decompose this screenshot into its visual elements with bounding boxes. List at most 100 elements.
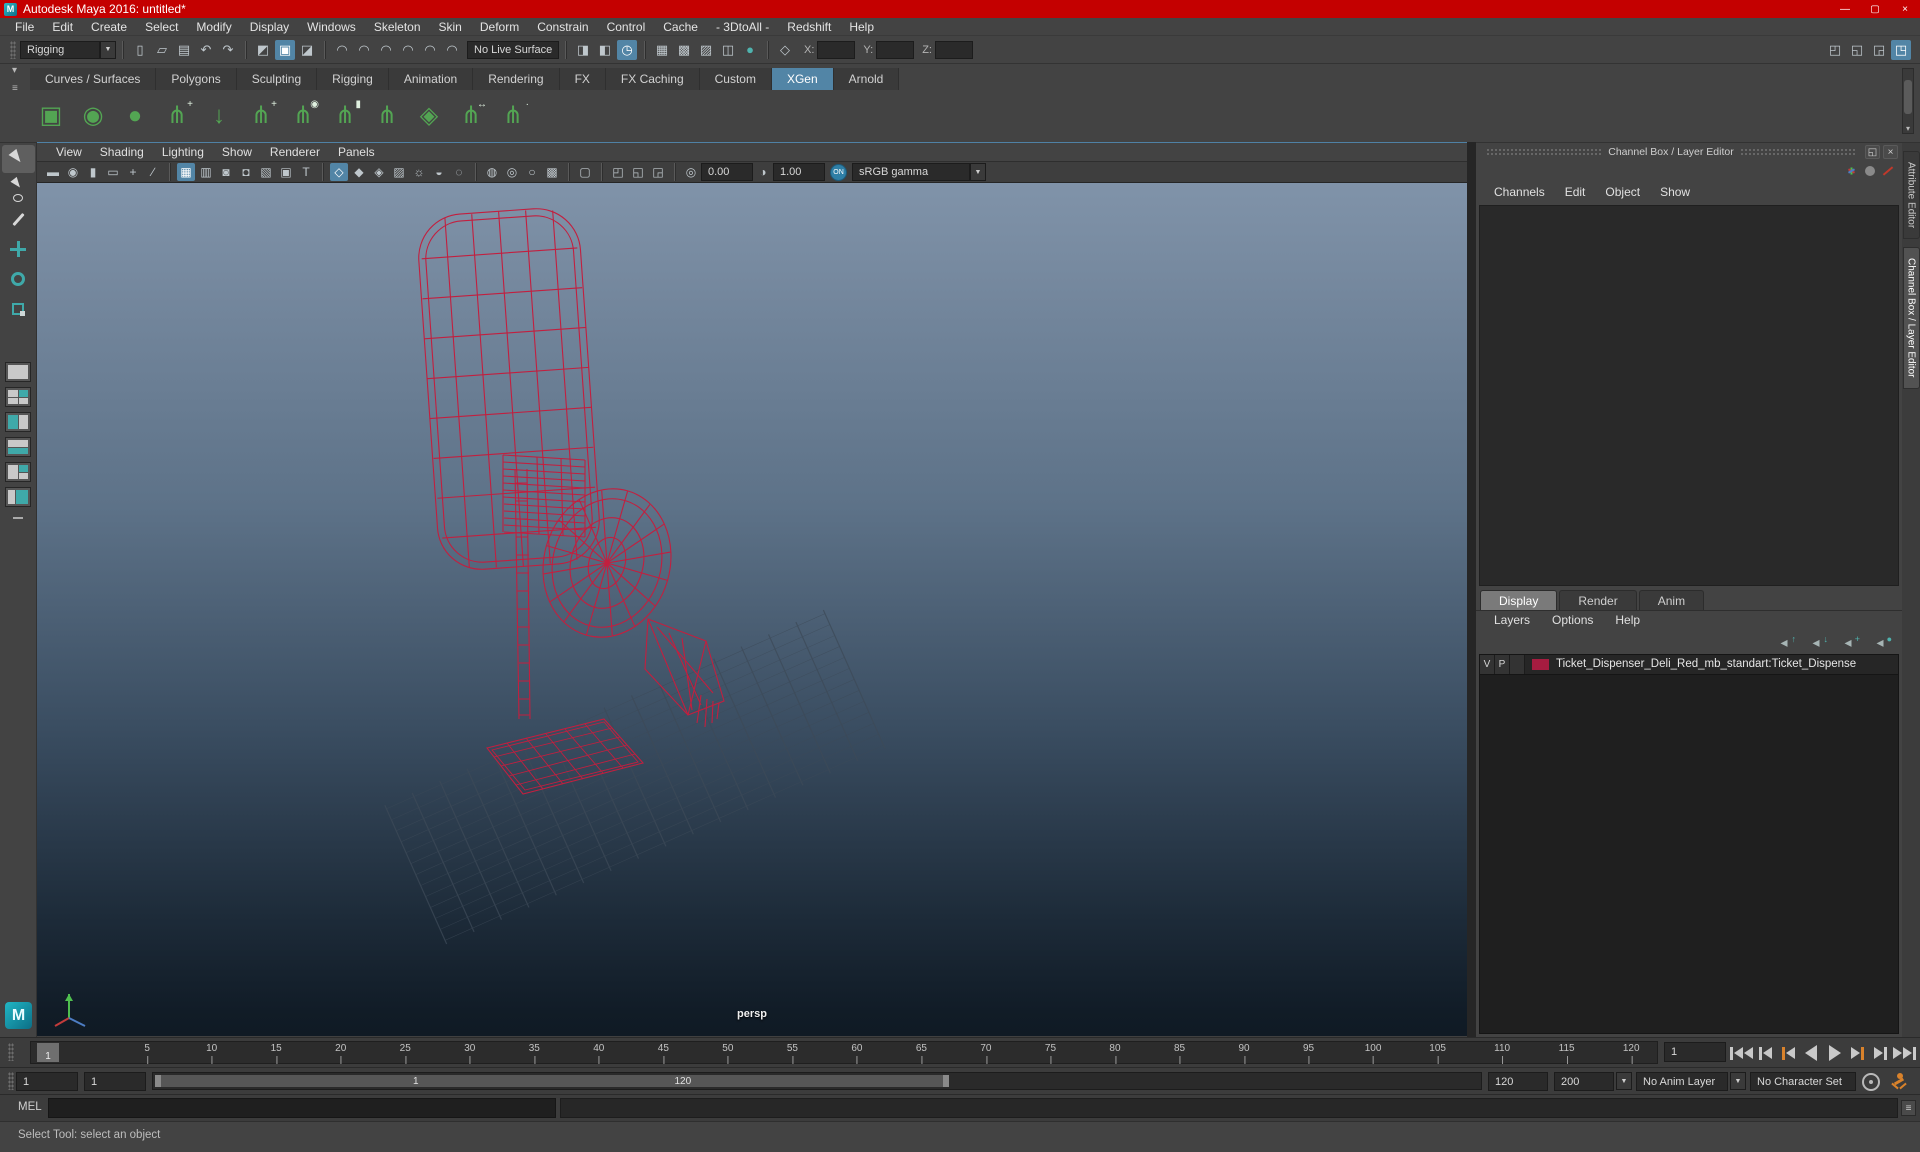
menu-item[interactable]: Create — [82, 18, 136, 36]
layout-outliner-persp-button[interactable] — [5, 487, 31, 507]
open-scene-icon[interactable]: ▱ — [152, 40, 172, 60]
pane-swap-icon[interactable]: ◱ — [629, 163, 647, 181]
snap-to-view-plane-icon[interactable]: ◠ — [420, 40, 440, 60]
xgen-patch-icon[interactable]: ◈ — [412, 98, 446, 134]
command-input-field[interactable] — [48, 1098, 556, 1118]
menu-set-dropdown-icon[interactable]: ▼ — [100, 40, 116, 59]
menu-item[interactable]: Edit — [43, 18, 82, 36]
channel-box-menu-item[interactable]: Edit — [1557, 185, 1594, 199]
panel-menu-item[interactable]: Lighting — [153, 145, 213, 159]
channel-list-area[interactable] — [1479, 205, 1899, 586]
attribute-editor-toggle-icon[interactable]: ◱ — [1847, 40, 1867, 60]
gamma-field[interactable]: 1.00 — [773, 163, 825, 181]
film-gate-icon[interactable]: ▥ — [197, 163, 215, 181]
bookmark-icon[interactable]: ▮ — [84, 163, 102, 181]
layout-three-pane-button[interactable] — [5, 462, 31, 482]
layer-name[interactable]: Ticket_Dispenser_Deli_Red_mb_standart:Ti… — [1556, 658, 1856, 670]
channel-box-menu-item[interactable]: Show — [1652, 185, 1698, 199]
color-transform-select[interactable]: sRGB gamma — [852, 163, 970, 181]
menu-item[interactable]: Cache — [654, 18, 707, 36]
layer-playback-toggle[interactable]: P — [1495, 654, 1510, 674]
xgen-toggle-preview-icon[interactable]: ⋔ ◉ — [286, 98, 320, 134]
layer-move-down-icon[interactable]: ◂ ↓ — [1806, 634, 1828, 650]
layer-editor-tab[interactable]: Display — [1480, 589, 1558, 610]
exposure-field[interactable]: 0.00 — [701, 163, 753, 181]
shelf-tab[interactable]: Arnold — [833, 68, 900, 90]
close-button[interactable]: × — [1890, 0, 1920, 18]
layer-editor-menu-item[interactable]: Help — [1607, 613, 1648, 627]
shelf-tab[interactable]: FX Caching — [605, 68, 700, 90]
minimize-button[interactable]: — — [1830, 0, 1860, 18]
layer-editor-tab[interactable]: Render — [1559, 589, 1637, 610]
pane-divider[interactable] — [1467, 142, 1476, 1037]
xgen-export-selection-icon[interactable]: ↓ — [202, 98, 236, 134]
color-chart-icon[interactable]: ◎ — [503, 163, 521, 181]
panel-menu-item[interactable]: Renderer — [261, 145, 329, 159]
xgen-update-preview-icon[interactable]: ◉ — [76, 98, 110, 134]
panel-menu-item[interactable]: Show — [213, 145, 261, 159]
render-current-frame-icon[interactable]: ▦ — [652, 40, 672, 60]
smooth-shade-icon[interactable]: ◆ — [350, 163, 368, 181]
layout-two-pane-side-button[interactable] — [5, 412, 31, 432]
layer-row[interactable]: V P Ticket_Dispenser_Deli_Red_mb_standar… — [1480, 654, 1898, 675]
menu-item[interactable]: Select — [136, 18, 187, 36]
lasso-tool[interactable] — [2, 175, 35, 203]
select-camera-icon[interactable]: ▬ — [44, 163, 62, 181]
select-component-mode-icon[interactable]: ◪ — [297, 40, 317, 60]
layer-editor-menu-item[interactable]: Layers — [1486, 613, 1538, 627]
layer-create-icon[interactable]: ◂ + — [1838, 634, 1860, 650]
command-line-label[interactable]: MEL — [18, 1101, 42, 1113]
paint-select-tool[interactable] — [2, 205, 35, 233]
layer-color-swatch[interactable] — [1532, 658, 1549, 670]
safe-title-icon[interactable]: T — [297, 163, 315, 181]
panel-menu-item[interactable]: Panels — [329, 145, 384, 159]
menu-item[interactable]: File — [6, 18, 43, 36]
select-hierarchy-mode-icon[interactable]: ◩ — [253, 40, 273, 60]
xgen-width-tool-icon[interactable]: ⋔ ↔ — [454, 98, 488, 134]
channel-box-menu-item[interactable]: Object — [1597, 185, 1648, 199]
channel-box-toggle-icon[interactable]: ◳ — [1891, 39, 1911, 60]
panel-drag-dots[interactable] — [1486, 148, 1603, 156]
current-time-field[interactable]: 1 — [1664, 1042, 1726, 1062]
xgen-comb-tool-icon[interactable]: ⋔ — [370, 98, 404, 134]
annotate-icon[interactable]: ∕ — [144, 163, 162, 181]
play-forward-button[interactable] — [1824, 1041, 1846, 1065]
image-plane-icon[interactable]: ▭ — [104, 163, 122, 181]
gamma-circle-icon[interactable]: ○ — [523, 163, 541, 181]
layer-visibility-toggle[interactable]: V — [1480, 654, 1495, 674]
shelf-tab[interactable]: Curves / Surfaces — [30, 68, 157, 90]
close-panel-icon[interactable]: × — [1883, 145, 1898, 159]
redo-icon[interactable]: ↷ — [218, 40, 238, 60]
shelf-tab[interactable]: Sculpting — [236, 68, 318, 90]
layer-editor-tab[interactable]: Anim — [1638, 589, 1705, 610]
select-object-mode-icon[interactable]: ▣ — [275, 39, 295, 60]
shelf-tab[interactable]: FX — [559, 68, 606, 90]
input-connections-icon[interactable]: ◨ — [573, 40, 593, 60]
wireframe-icon[interactable]: ◇ — [330, 163, 348, 181]
background-toggle-icon[interactable]: ▩ — [543, 163, 561, 181]
shelf-tab[interactable]: XGen — [771, 68, 834, 90]
animation-preferences-icon[interactable] — [1888, 1072, 1908, 1092]
time-ruler[interactable]: 1 5 10 15 20 25 30 35 40 45 50 55 60 65 70 75 80 85 90 95 1… — [30, 1041, 1658, 1064]
range-slider-track[interactable]: 1 120 — [152, 1072, 1482, 1090]
menu-item[interactable]: Windows — [298, 18, 365, 36]
step-back-frame-button[interactable] — [1777, 1041, 1799, 1065]
menu-item[interactable]: Skin — [430, 18, 471, 36]
step-forward-frame-button[interactable] — [1847, 1041, 1869, 1065]
shelf-scroll-down-icon[interactable]: ▾ — [1906, 124, 1910, 133]
ambient-occlusion-icon[interactable]: ◌ — [450, 163, 468, 181]
step-back-key-button[interactable] — [1754, 1041, 1776, 1065]
hyperbolic-control-icon[interactable] — [1882, 166, 1894, 176]
default-material-icon[interactable]: ◍ — [483, 163, 501, 181]
modeling-toolkit-icon[interactable]: ◰ — [1825, 40, 1845, 60]
layer-create-from-selected-icon[interactable]: ◂ ● — [1870, 634, 1892, 650]
shelf-tab[interactable]: Custom — [699, 68, 772, 90]
float-panel-icon[interactable]: ◱ — [1865, 145, 1880, 159]
menu-item[interactable]: Control — [598, 18, 655, 36]
menu-item[interactable]: Deform — [471, 18, 528, 36]
safe-action-icon[interactable]: ▣ — [277, 163, 295, 181]
channel-box-header[interactable]: Channel Box / Layer Editor ◱ × — [1476, 143, 1902, 161]
range-slider-handle[interactable]: 1 120 — [155, 1075, 950, 1087]
shadows-icon[interactable]: ◒ — [430, 163, 448, 181]
shelf-menu-icon[interactable]: ≡ — [12, 84, 18, 94]
